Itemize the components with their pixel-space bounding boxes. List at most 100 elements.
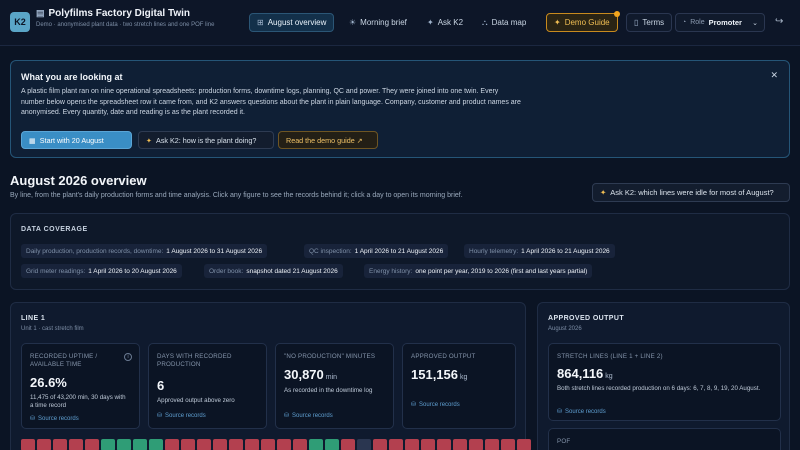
source-records-link[interactable]: ⛁ Source records [157, 412, 206, 420]
source-records-link[interactable]: ⛁ Source records [284, 412, 333, 420]
day-cell[interactable] [293, 439, 307, 450]
nav-august-overview[interactable]: ⊞ August overview [249, 13, 335, 32]
day-cell[interactable] [69, 439, 83, 450]
day-cell[interactable] [357, 439, 371, 450]
nav-morning-brief-label: Morning brief [360, 18, 407, 27]
metric-value: 6 [157, 378, 164, 393]
day-cell[interactable] [277, 439, 291, 450]
sparkle-icon: ✦ [146, 135, 153, 145]
day-cell[interactable] [245, 439, 259, 450]
start-button[interactable]: ▦ Start with 20 August [21, 131, 132, 149]
source-records-label: Source records [565, 408, 606, 415]
coverage-chip: Grid meter readings: 1 April 2026 to 20 A… [21, 264, 182, 278]
day-cell[interactable] [405, 439, 419, 450]
day-cell[interactable] [101, 439, 115, 450]
data-coverage-panel: DATA COVERAGE Daily production, producti… [10, 213, 790, 290]
coverage-chip-label: Energy history: [369, 267, 413, 275]
metric-value: 30,870 min [284, 367, 337, 382]
database-icon: ⛁ [411, 402, 417, 408]
metric-unit: kg [460, 374, 468, 381]
metric-card-no-production[interactable]: "No production" minutes 30,870 min As rec… [275, 343, 394, 429]
day-cell[interactable] [421, 439, 435, 450]
day-cell[interactable] [485, 439, 499, 450]
info-icon[interactable]: i [124, 353, 132, 361]
logout-icon[interactable]: ↪ [775, 16, 783, 27]
line-1-panel: LINE 1 Unit 1 · cast stretch film Record… [10, 302, 531, 450]
metric-desc: As recorded in the downtime log [284, 387, 373, 394]
day-cell[interactable] [37, 439, 51, 450]
metric-label: Approved output [411, 353, 476, 360]
day-cell[interactable] [165, 439, 179, 450]
coverage-chip: Order book: snapshot dated 21 August 2026 [204, 264, 343, 278]
nav-ask-k2[interactable]: ✦ Ask K2 [420, 13, 470, 32]
ask-k2-idle-label: Ask K2: which lines were idle for most o… [610, 188, 774, 197]
close-icon[interactable]: ✕ [770, 70, 778, 81]
day-cell[interactable] [197, 439, 211, 450]
day-cell[interactable] [341, 439, 355, 450]
sunrise-icon: ☀ [349, 18, 357, 27]
day-cell[interactable] [117, 439, 131, 450]
approved-output-title: APPROVED OUTPUT [548, 315, 625, 322]
day-cell[interactable] [517, 439, 531, 450]
database-icon: ⛁ [284, 413, 290, 419]
source-records-label: Source records [38, 415, 79, 422]
app-title-text: Polyfilms Factory Digital Twin [48, 8, 191, 19]
coverage-chip-value: 1 April 2026 to 20 August 2026 [88, 267, 177, 275]
day-cell[interactable] [437, 439, 451, 450]
day-cell[interactable] [469, 439, 483, 450]
stretch-lines-card[interactable]: STRETCH LINES (LINE 1 + LINE 2) 864,116 k… [548, 343, 781, 421]
stretch-lines-value: 864,116 kg [557, 366, 613, 381]
day-cell[interactable] [213, 439, 227, 450]
day-cell[interactable] [85, 439, 99, 450]
calendar-icon: ▦ [29, 135, 36, 145]
app-title: ▤ Polyfilms Factory Digital Twin [36, 8, 190, 19]
nav-morning-brief[interactable]: ☀ Morning brief [342, 13, 414, 32]
day-cell[interactable] [453, 439, 467, 450]
coverage-chip: Hourly telemetry: 1 April 2026 to 21 Augu… [464, 244, 615, 258]
role-select[interactable]: ◔ Role Promoter ⌄ [675, 13, 765, 32]
metric-card-approved-output[interactable]: Approved output 151,156 kg ⛁ Source record… [402, 343, 516, 429]
role-label: Role [690, 19, 705, 26]
pof-card[interactable]: POF [548, 428, 781, 450]
day-cell[interactable] [325, 439, 339, 450]
sparkle-icon: ✦ [427, 18, 434, 27]
ask-k2-idle-button[interactable]: ✦ Ask K2: which lines were idle for most… [592, 183, 790, 202]
day-cell[interactable] [133, 439, 147, 450]
day-cell[interactable] [261, 439, 275, 450]
ask-k2-plant-button[interactable]: ✦ Ask K2: how is the plant doing? [138, 131, 274, 149]
line-1-subtitle: Unit 1 · cast stretch film [21, 326, 84, 332]
day-cell[interactable] [309, 439, 323, 450]
source-records-link[interactable]: ⛁ Source records [557, 408, 606, 416]
day-cell[interactable] [21, 439, 35, 450]
source-records-link[interactable]: ⛁ Source records [411, 401, 460, 409]
nav-terms-label: Terms [642, 18, 665, 27]
nav-terms[interactable]: ▯ Terms [626, 13, 673, 32]
nav-demo-guide[interactable]: ✦ Demo Guide [546, 11, 620, 32]
line-1-title: LINE 1 [21, 315, 46, 322]
metric-label: "No production" minutes [284, 353, 376, 360]
app-subtitle: Demo · anonymised plant data · two stret… [36, 22, 215, 28]
read-guide-button[interactable]: Read the demo guide ↗ [278, 131, 378, 149]
source-records-label: Source records [419, 401, 460, 408]
approved-output-panel: APPROVED OUTPUT August 2026 STRETCH LINE… [537, 302, 790, 450]
day-cell[interactable] [181, 439, 195, 450]
metric-card-production-days[interactable]: Days with recorded production 6 Approved… [148, 343, 267, 429]
day-cell[interactable] [389, 439, 403, 450]
day-cell[interactable] [149, 439, 163, 450]
network-icon: ⛬ [482, 17, 488, 27]
coverage-chip: QC inspection: 1 April 2026 to 21 August … [304, 244, 449, 258]
stretch-lines-label: STRETCH LINES (LINE 1 + LINE 2) [557, 353, 663, 360]
metric-card-uptime[interactable]: Recorded uptime / available time i 26.6%… [21, 343, 140, 429]
day-cell[interactable] [229, 439, 243, 450]
day-cell[interactable] [501, 439, 515, 450]
database-icon: ⛁ [157, 413, 163, 419]
nav-data-map[interactable]: ⛬ Data map [475, 13, 533, 32]
day-cell[interactable] [53, 439, 67, 450]
page-subtitle: By line, from the plant's daily producti… [10, 192, 463, 199]
sparkle-icon: ✦ [600, 188, 607, 197]
day-cell[interactable] [373, 439, 387, 450]
app-logo[interactable]: K2 [10, 12, 30, 32]
source-records-link[interactable]: ⛁ Source records [30, 415, 79, 423]
coverage-chip-label: Hourly telemetry: [469, 247, 519, 255]
coverage-chip-value: 1 April 2026 to 21 August 2026 [354, 247, 444, 255]
